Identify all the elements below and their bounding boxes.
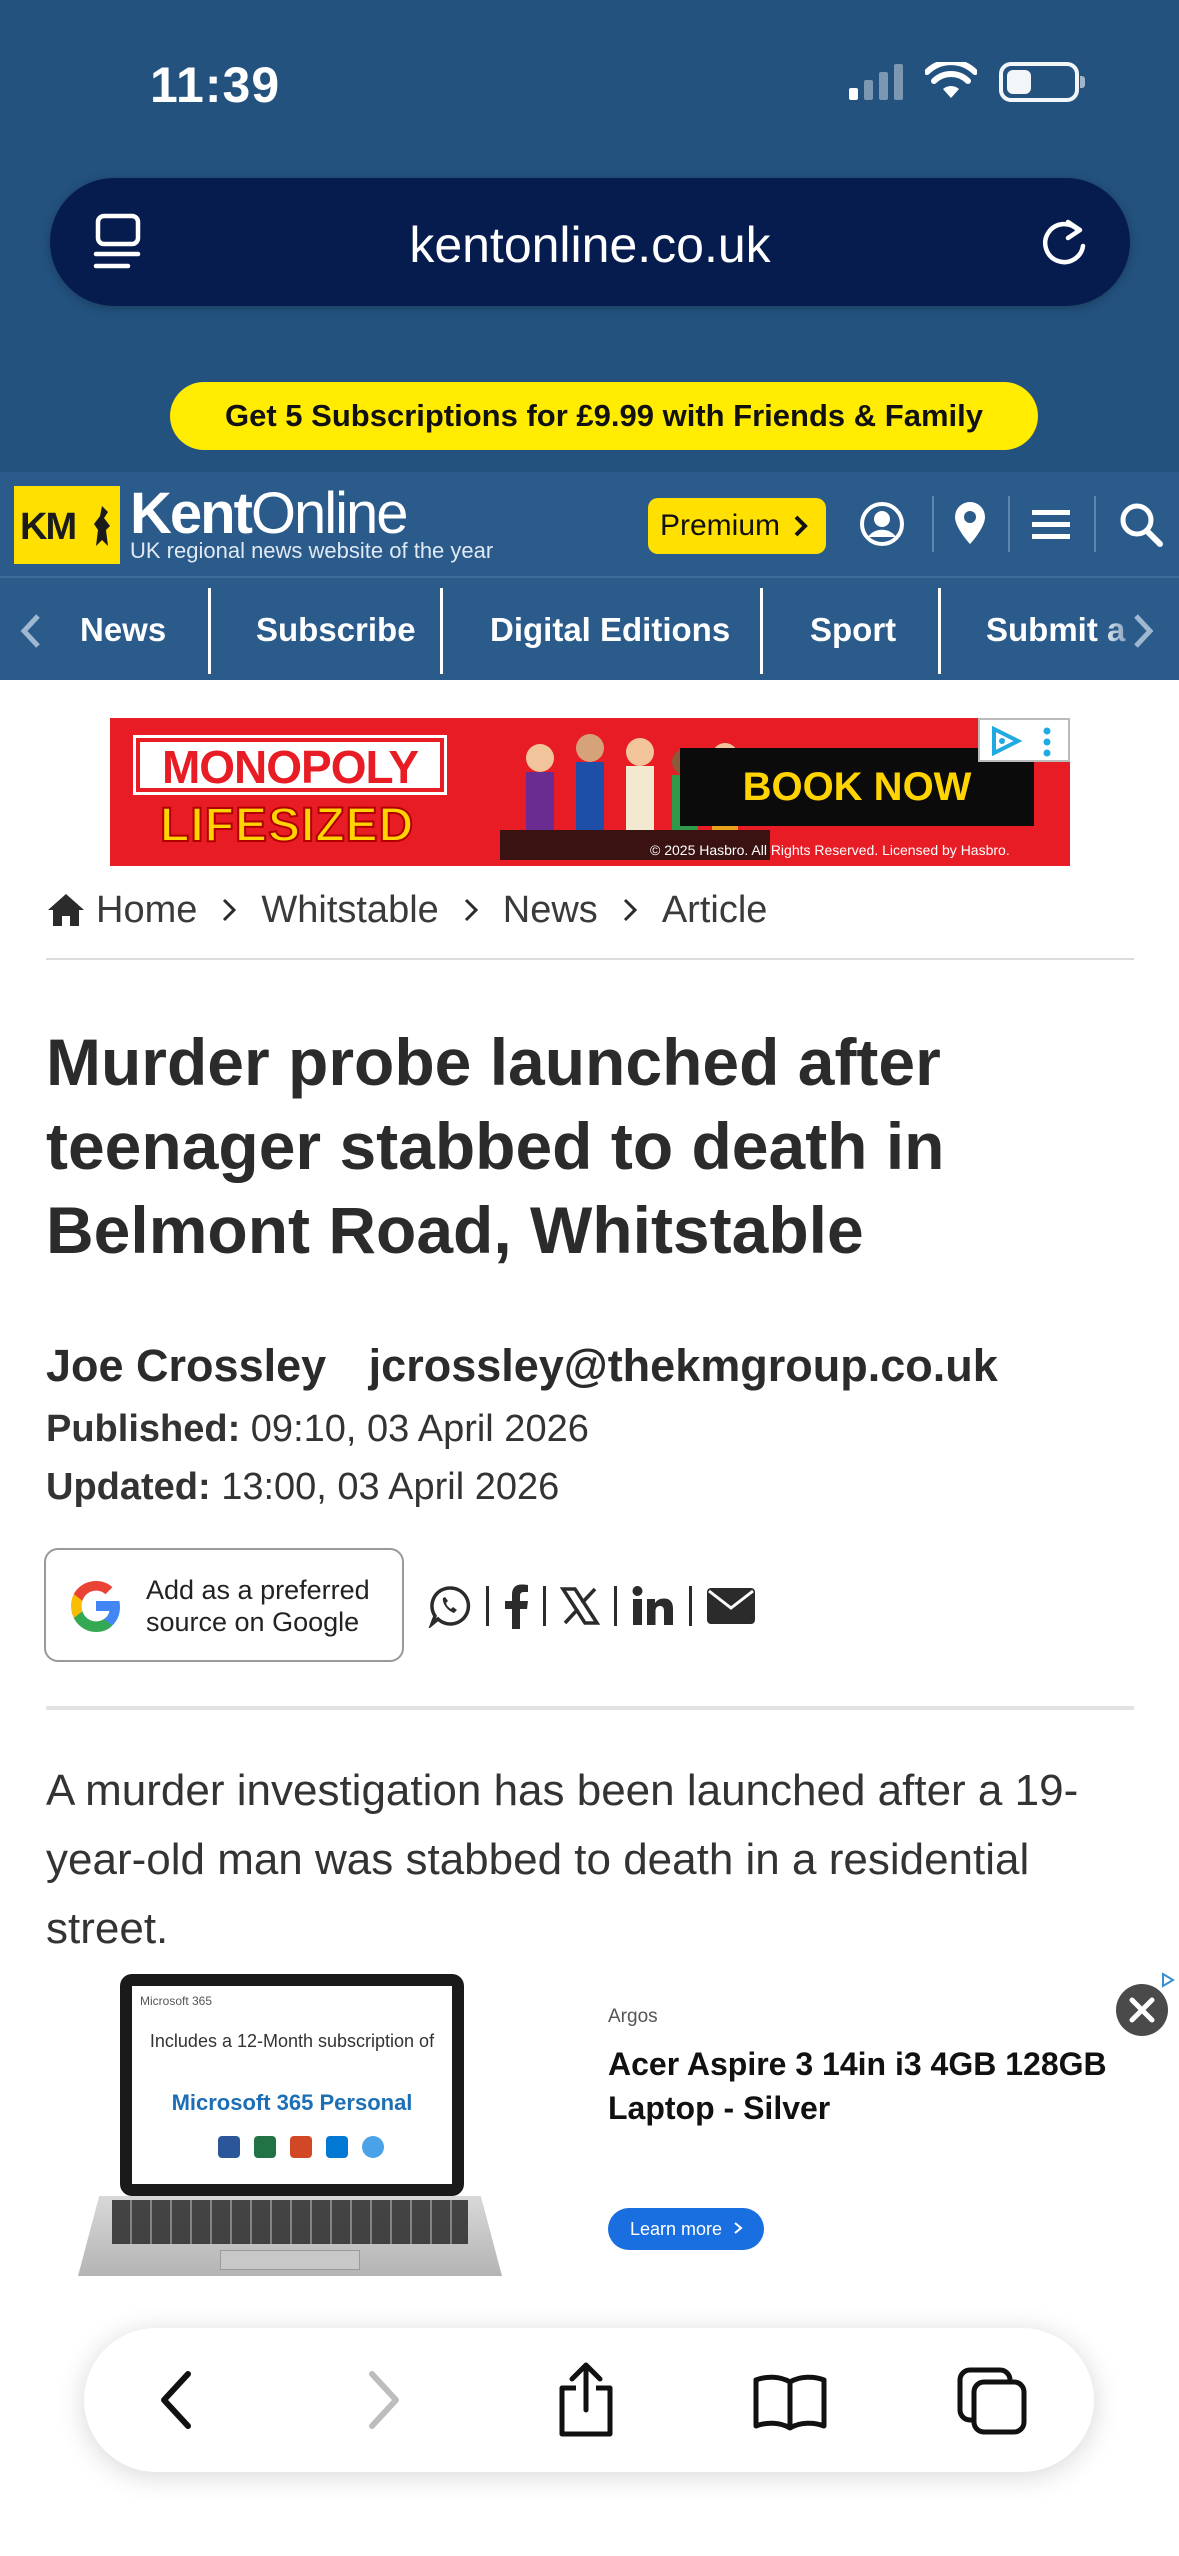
ms365-brand: Microsoft 365 <box>140 1994 213 2008</box>
article-lede: A murder investigation has been launched… <box>46 1766 1079 1953</box>
breadcrumb: Home Whitstable News Article <box>46 882 767 938</box>
header-divider <box>1008 496 1010 552</box>
status-time: 11:39 <box>150 57 281 113</box>
adchoices-icon[interactable] <box>1160 1972 1176 1988</box>
office-apps-icons <box>218 2136 384 2158</box>
cellular-signal-icon <box>849 64 903 100</box>
learn-more-button[interactable]: Learn more <box>608 2208 764 2250</box>
google-preferred-source-button[interactable]: Add as a preferred source on Google <box>44 1548 404 1662</box>
header-divider <box>932 496 934 552</box>
divider <box>46 958 1134 960</box>
section-nav: News Subscribe Digital Editions Sport Su… <box>0 576 1179 680</box>
home-icon[interactable] <box>46 892 86 928</box>
ad-monopoly-logo: MONOPOLY <box>133 735 447 795</box>
nav-item-sport[interactable]: Sport <box>810 578 896 680</box>
share-divider <box>614 1586 617 1626</box>
facebook-icon[interactable] <box>503 1583 529 1629</box>
google-logo-icon <box>71 1581 120 1632</box>
nav-divider <box>760 588 763 674</box>
nav-divider <box>938 588 941 674</box>
laptop-image: Microsoft 365 Includes a 12-Month subscr… <box>120 1974 464 2196</box>
close-icon <box>1129 1997 1155 2023</box>
ad-copyright: © 2025 Hasbro. All Rights Reserved. Lice… <box>650 842 1010 858</box>
subscription-promo-banner[interactable]: Get 5 Subscriptions for £9.99 with Frien… <box>170 382 1038 450</box>
url-text[interactable]: kentonline.co.uk <box>50 216 1130 274</box>
header-divider <box>1094 496 1096 552</box>
ad-advertiser: Argos <box>608 2006 658 2027</box>
tabs-button[interactable] <box>956 2366 1028 2436</box>
author-name[interactable]: Joe Crossley <box>46 1340 326 1391</box>
km-logo[interactable]: KM <box>14 486 120 564</box>
forward-button[interactable] <box>364 2370 404 2430</box>
divider <box>46 1706 1134 1710</box>
whatsapp-icon[interactable] <box>428 1584 472 1628</box>
status-icons <box>849 62 1085 102</box>
address-bar[interactable]: kentonline.co.uk <box>50 178 1130 306</box>
adchoices-icon <box>992 726 1023 756</box>
browser-toolbar <box>84 2328 1094 2472</box>
breadcrumb-whitstable[interactable]: Whitstable <box>261 889 438 932</box>
chevron-right-icon <box>221 897 237 923</box>
nav-item-news[interactable]: News <box>80 578 166 680</box>
ad-lifesized-text: LIFESIZED <box>159 798 415 853</box>
breadcrumb-home[interactable]: Home <box>96 889 197 932</box>
author-email[interactable]: jcrossley@thekmgroup.co.uk <box>369 1340 998 1391</box>
reload-icon[interactable] <box>1038 216 1090 270</box>
nav-item-subscribe[interactable]: Subscribe <box>256 578 416 680</box>
bookmarks-button[interactable] <box>752 2372 828 2432</box>
chevron-right-icon <box>794 515 809 537</box>
monopoly-ad-banner[interactable]: MONOPOLY LIFESIZED BOOK NOW © 2025 Hasbr… <box>110 718 1070 866</box>
share-divider <box>689 1586 692 1626</box>
nav-scroll-left-icon[interactable] <box>18 612 44 650</box>
share-buttons <box>428 1576 756 1636</box>
updated-date: Updated: 13:00, 03 April 2026 <box>46 1466 560 1508</box>
ad-more-options-icon[interactable] <box>1042 726 1052 758</box>
breadcrumb-news[interactable]: News <box>503 889 598 932</box>
laptop-ad[interactable]: Microsoft 365 Includes a 12-Month subscr… <box>0 1970 1179 2290</box>
google-btn-line1: Add as a preferred <box>146 1575 370 1605</box>
nav-scroll-right-icon[interactable] <box>1130 612 1156 650</box>
published-date: Published: 09:10, 03 April 2026 <box>46 1408 589 1450</box>
ms365-product-text: Microsoft 365 Personal <box>171 2090 413 2115</box>
back-button[interactable] <box>156 2370 196 2430</box>
email-icon[interactable] <box>706 1587 756 1625</box>
battery-icon <box>999 62 1085 102</box>
chevron-right-icon <box>622 897 638 923</box>
chevron-right-icon <box>463 897 479 923</box>
wifi-icon <box>925 62 977 98</box>
location-pin-icon[interactable] <box>952 500 988 548</box>
browser-chrome: 11:39 kentonline.co.uk Get 5 Subscriptio… <box>0 0 1179 472</box>
ad-close-button[interactable] <box>1116 1984 1168 2036</box>
nav-divider <box>208 588 211 674</box>
share-divider <box>486 1586 489 1626</box>
share-button[interactable] <box>554 2362 618 2438</box>
linkedin-icon[interactable] <box>631 1585 675 1627</box>
premium-button[interactable]: Premium <box>648 498 826 554</box>
search-icon[interactable] <box>1118 500 1164 548</box>
site-header: KM KentOnline UK regional news website o… <box>0 472 1179 576</box>
ms365-subscription-text: Includes a 12-Month subscription of <box>149 2031 435 2051</box>
google-btn-line2: source on Google <box>146 1607 360 1637</box>
brand-tagline: UK regional news website of the year <box>130 538 494 563</box>
user-icon[interactable] <box>858 500 906 548</box>
x-icon[interactable] <box>560 1586 600 1626</box>
share-divider <box>543 1586 546 1626</box>
brand-name[interactable]: KentOnline <box>130 480 409 547</box>
chevron-right-icon <box>734 2222 743 2234</box>
nav-item-digital-editions[interactable]: Digital Editions <box>490 578 730 680</box>
adchoices-badge[interactable] <box>978 718 1070 762</box>
byline: Joe Crossley jcrossley@thekmgroup.co.uk <box>46 1340 998 1392</box>
menu-icon[interactable] <box>1030 500 1072 548</box>
nav-divider <box>440 588 443 674</box>
article-headline: Murder probe launched after teenager sta… <box>46 1025 945 1267</box>
horse-emblem-icon <box>94 506 110 546</box>
breadcrumb-article: Article <box>661 888 768 931</box>
ad-product-title[interactable]: Acer Aspire 3 14in i3 4GB 128GB Laptop -… <box>608 2042 1148 2130</box>
